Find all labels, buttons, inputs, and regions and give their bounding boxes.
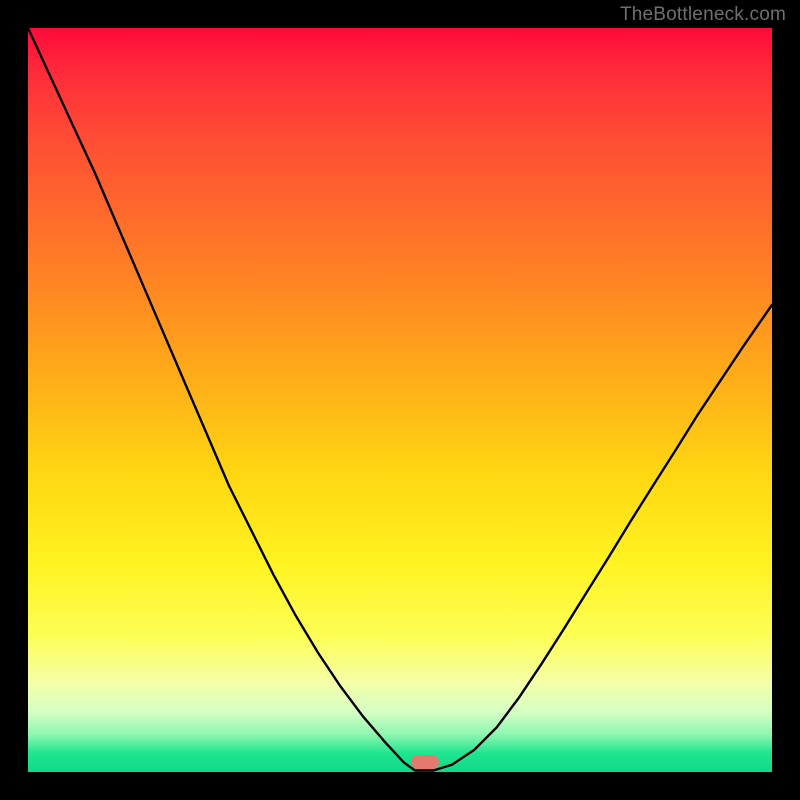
- optimal-marker: [411, 755, 439, 769]
- watermark-text: TheBottleneck.com: [620, 4, 786, 26]
- plot-area: [28, 28, 772, 772]
- outer-frame: TheBottleneck.com: [0, 0, 800, 800]
- bottleneck-curve: [28, 28, 772, 772]
